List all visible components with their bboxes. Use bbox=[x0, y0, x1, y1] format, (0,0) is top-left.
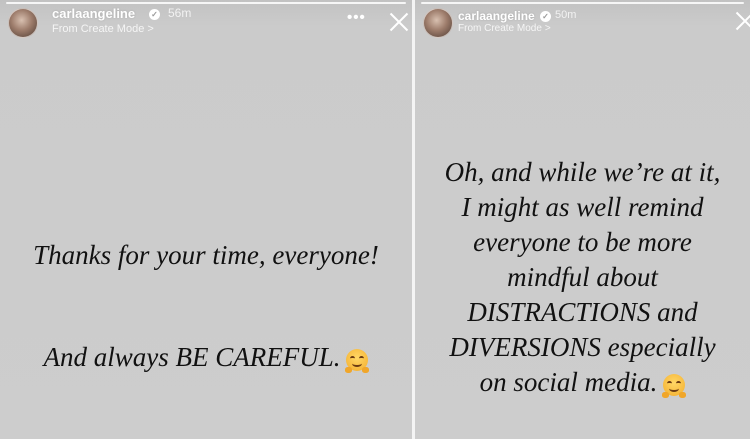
chevron-right-icon: > bbox=[147, 23, 154, 35]
story-text-line: Thanks for your time, everyone! bbox=[33, 240, 379, 270]
more-options-icon[interactable]: ••• bbox=[347, 9, 366, 26]
story-text-line: DIVERSIONS especially bbox=[449, 332, 716, 362]
create-mode-label: From Create Mode bbox=[458, 23, 542, 34]
story-panel-left[interactable]: carlaangeline ✓ 56m From Create Mode > ••… bbox=[0, 0, 412, 439]
story-text-line: And always BE CAREFUL. bbox=[0, 342, 412, 373]
chevron-right-icon: > bbox=[544, 23, 551, 34]
smiling-face-with-open-hands-icon bbox=[345, 348, 370, 373]
post-time: 50m bbox=[555, 9, 577, 21]
avatar[interactable] bbox=[8, 8, 38, 38]
verified-badge-icon: ✓ bbox=[540, 11, 551, 22]
create-mode-link[interactable]: From Create Mode > bbox=[52, 23, 154, 35]
close-icon[interactable] bbox=[735, 11, 750, 27]
story-text-block: Oh, and while we’re at it, I might as we… bbox=[415, 155, 750, 400]
story-text-line-content: And always BE CAREFUL. bbox=[43, 342, 341, 372]
story-progress-bar bbox=[421, 2, 744, 4]
story-text-line-content: on social media. bbox=[479, 367, 658, 397]
close-icon[interactable] bbox=[389, 12, 409, 32]
story-text-line: Oh, and while we’re at it, bbox=[444, 157, 721, 187]
post-time: 56m bbox=[168, 6, 192, 20]
story-text-line: DISTRACTIONS and bbox=[467, 297, 698, 327]
story-text-line: everyone to be more bbox=[473, 227, 692, 257]
username[interactable]: carlaangeline bbox=[52, 6, 135, 21]
verified-badge-icon: ✓ bbox=[149, 9, 160, 20]
story-text-line: on social media. bbox=[415, 365, 750, 400]
story-text-line: mindful about bbox=[507, 262, 658, 292]
avatar[interactable] bbox=[423, 8, 453, 38]
story-text-line: I might as well remind bbox=[461, 192, 704, 222]
smiling-face-with-open-hands-icon bbox=[662, 373, 687, 398]
username[interactable]: carlaangeline bbox=[458, 9, 535, 23]
create-mode-link[interactable]: From Create Mode > bbox=[458, 23, 551, 34]
story-progress-bar bbox=[6, 2, 406, 4]
story-panel-right[interactable]: carlaangeline ✓ 50m From Create Mode > Oh… bbox=[415, 0, 750, 439]
create-mode-label: From Create Mode bbox=[52, 23, 145, 35]
